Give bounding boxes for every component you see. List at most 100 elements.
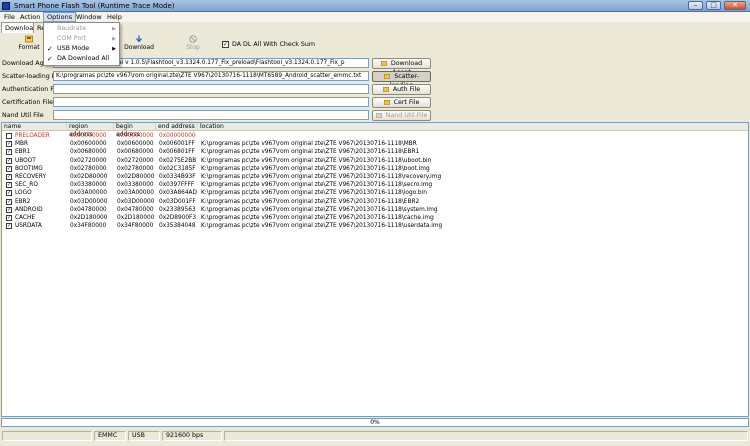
row-checkbox[interactable]: ✓ [6, 165, 12, 172]
table-row[interactable]: ✓ BOOTIMG 0x02780000 0x02780000 0x02C3185F K:… [2, 165, 748, 173]
options-menu-dropdown: Baudrate ▶ COM Port ▶ ✓ USB Mode ▶ ✓ DA … [43, 22, 120, 66]
cell-end: 0x03D001FF [159, 198, 196, 205]
row-checkbox[interactable] [6, 133, 12, 139]
nand-util-field[interactable] [53, 110, 369, 120]
status-baud: 921600 bps [162, 431, 222, 441]
cell-region: 0x02780000 [70, 165, 107, 172]
maximize-button[interactable]: □ [706, 1, 721, 10]
table-row[interactable]: ✓ MBR 0x00600000 0x00600000 0x006001FF K:\pro… [2, 140, 748, 148]
table-row[interactable]: ✓ CACHE 0x2D180000 0x2D180000 0x2D8900F3 K:\p… [2, 214, 748, 222]
status-cell-info [224, 431, 748, 441]
nand-util-button-label: Nand Util File [385, 112, 428, 119]
cell-region: 0x02D80000 [70, 174, 108, 180]
cell-name: EBR2 [15, 198, 31, 205]
menu-help[interactable]: Help [104, 12, 125, 22]
cell-end: 0x0334B93F [159, 174, 196, 180]
app-icon [2, 2, 10, 10]
download-agent-button[interactable]: Download Agent [372, 58, 431, 76]
menu-options[interactable]: Options [43, 12, 77, 22]
cell-location: K:\programas pc\zte v967\rom original zt… [201, 206, 438, 213]
window-title: Smart Phone Flash Tool (Runtime Trace Mo… [14, 2, 175, 10]
status-cell-empty [2, 431, 92, 441]
cell-end: 0x35384048 [159, 223, 196, 230]
download-button[interactable]: Download [124, 33, 154, 55]
cell-begin: 0x03380000 [117, 182, 154, 189]
menu-file[interactable]: File [1, 12, 18, 22]
cell-name: ANDROID [15, 206, 43, 213]
auth-file-button[interactable]: Auth File [372, 84, 431, 95]
cell-begin: 0x34F80000 [117, 223, 154, 230]
table-row[interactable]: ✓ EBR2 0x03D00000 0x03D00000 0x03D001FF K:\pr… [2, 198, 748, 206]
column-header[interactable]: location [198, 123, 748, 131]
menu-baudrate[interactable]: Baudrate ▶ [44, 24, 119, 34]
nand-util-button[interactable]: Nand Util File [372, 110, 431, 121]
cert-file-label: Certification File [2, 99, 53, 106]
cell-name: UBOOT [15, 157, 36, 164]
table-row[interactable]: ✓ SEC_RO 0x03380000 0x03380000 0x0397FFFF K:\… [2, 181, 748, 189]
column-header[interactable]: name [2, 123, 67, 131]
folder-icon [383, 100, 390, 105]
checksum-label: DA DL All With Check Sum [232, 41, 316, 48]
row-checkbox[interactable]: ✓ [6, 215, 12, 221]
menu-window[interactable]: Window [73, 12, 105, 22]
menu-action[interactable]: Action [17, 12, 43, 22]
checksum-checkbox[interactable]: ✓ [222, 41, 229, 48]
table-row[interactable]: ✓ RECOVERY 0x02D80000 0x02D80000 0x0334B93F K… [2, 173, 748, 181]
cell-location: K:\programas pc\zte v967\rom original zt… [201, 198, 420, 205]
close-button[interactable]: ✕ [724, 1, 746, 10]
cell-name: MBR [15, 141, 29, 148]
scatter-loading-button[interactable]: Scatter-loading [372, 71, 431, 89]
row-checkbox[interactable]: ✓ [6, 198, 12, 205]
table-row[interactable]: ✓ ANDROID 0x04780000 0x04780000 0x23389563 K:… [2, 206, 748, 214]
cell-begin: 0x00000000 [117, 133, 154, 139]
row-checkbox[interactable]: ✓ [6, 157, 12, 164]
table-header: name region address begin address end ad… [2, 123, 748, 138]
cell-name: USRDATA [15, 223, 42, 230]
menu-usb-mode-label: USB Mode [57, 45, 90, 52]
cell-begin: 0x03D00000 [117, 198, 155, 205]
cell-location: K:\programas pc\zte v967\rom original zt… [201, 157, 432, 164]
minimize-button[interactable]: – [688, 1, 703, 10]
table-row[interactable]: ✓ EBR1 0x00680000 0x00680000 0x006801FF K:\pr… [2, 148, 748, 156]
cell-end: 0x006801FF [159, 149, 195, 156]
cell-name: EBR1 [15, 149, 31, 156]
cell-location: K:\programas pc\zte v967\rom original zt… [201, 223, 443, 230]
table-row[interactable]: ✓ LOGO 0x03A00000 0x03A00000 0x03A864AD K:\pr… [2, 189, 748, 197]
row-checkbox[interactable]: ✓ [6, 141, 12, 148]
cert-file-field[interactable] [53, 97, 369, 107]
cell-region: 0x34F80000 [70, 223, 107, 230]
row-checkbox[interactable]: ✓ [6, 223, 12, 230]
cert-file-button-label: Cert File [393, 99, 420, 106]
row-checkbox[interactable]: ✓ [6, 182, 12, 189]
menu-com-port[interactable]: COM Port ▶ [44, 34, 119, 44]
cell-begin: 0x03A00000 [117, 190, 154, 197]
row-checkbox[interactable]: ✓ [6, 174, 12, 180]
folder-icon [375, 113, 382, 118]
cell-region: 0x00000000 [70, 133, 107, 139]
stop-button[interactable]: Stop [178, 33, 208, 55]
submenu-arrow-icon: ▶ [112, 46, 116, 52]
table-row[interactable]: ✓ UBOOT 0x02720000 0x02720000 0x0275E2BB K:\p… [2, 157, 748, 165]
cell-begin: 0x02720000 [117, 157, 154, 164]
status-bar: EMMC USB 921600 bps [0, 429, 750, 446]
auth-file-field[interactable] [53, 84, 369, 94]
menu-da-download-all[interactable]: ✓ DA Download All [44, 54, 119, 64]
cell-location: K:\programas pc\zte v967\rom original zt… [201, 165, 430, 172]
cell-region: 0x00600000 [70, 141, 107, 148]
cell-name: SEC_RO [15, 182, 38, 189]
table-row[interactable]: PRELOADER 0x00000000 0x00000000 0x00000000 [2, 132, 748, 140]
column-header[interactable]: begin address [114, 123, 156, 138]
column-header[interactable]: region address [67, 123, 114, 138]
format-button[interactable]: Format [14, 33, 44, 55]
column-header[interactable]: end address [156, 123, 198, 131]
cell-begin: 0x2D180000 [117, 215, 155, 221]
table-row[interactable]: ✓ USRDATA 0x34F80000 0x34F80000 0x35384048 K:… [2, 222, 748, 230]
row-checkbox[interactable]: ✓ [6, 190, 12, 197]
cert-file-button[interactable]: Cert File [372, 97, 431, 108]
row-checkbox[interactable]: ✓ [6, 149, 12, 156]
menu-usb-mode[interactable]: ✓ USB Mode ▶ [44, 44, 119, 54]
cell-location: K:\programas pc\zte v967\rom original zt… [201, 215, 434, 221]
scatter-field[interactable]: K:\programas pc\zte v967\rom original.zt… [53, 71, 369, 81]
row-checkbox[interactable]: ✓ [6, 206, 12, 213]
cell-end: 0x23389563 [159, 206, 196, 213]
